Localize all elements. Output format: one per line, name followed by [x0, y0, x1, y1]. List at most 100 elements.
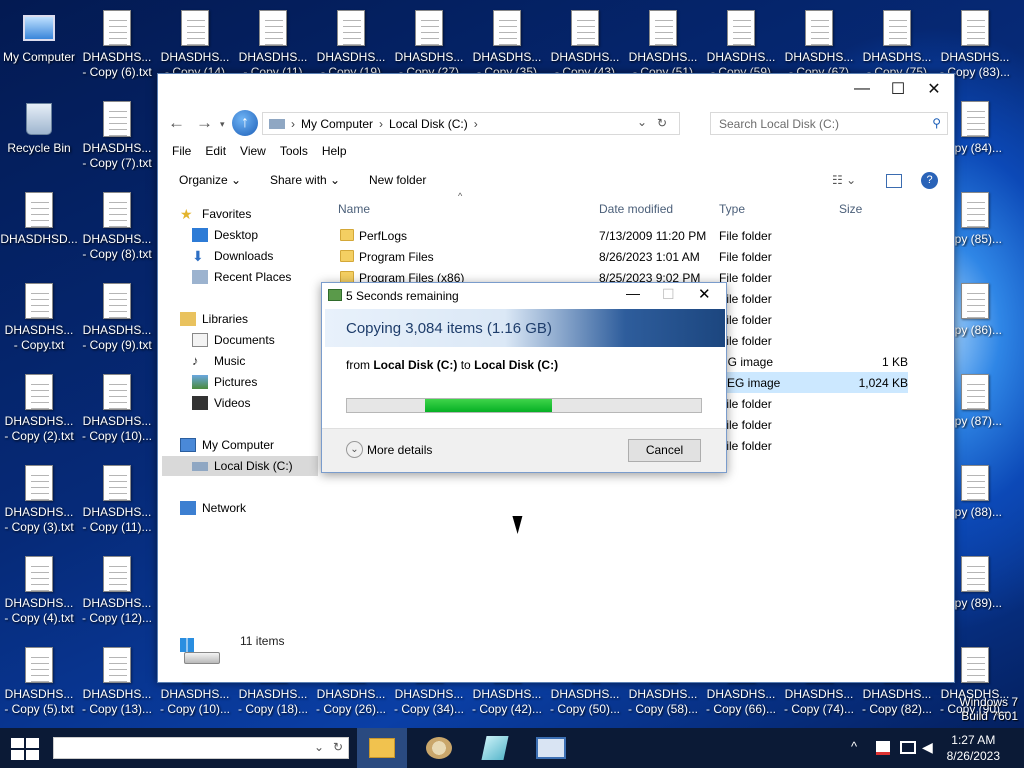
desktop-icon-item[interactable]: DHASDHS... - Copy (67) [780, 6, 858, 80]
copy-source[interactable]: Local Disk (C:) [373, 358, 457, 372]
sidebar-item-local-disk[interactable]: Local Disk (C:) [162, 456, 318, 476]
sidebar-item-desktop[interactable]: Desktop [192, 225, 258, 245]
desktop-icon-item[interactable]: DHASDHS... - Copy (83)... [936, 6, 1014, 80]
sidebar-libraries[interactable]: Libraries [180, 309, 248, 329]
desktop-icon-item[interactable]: My Computer [0, 6, 78, 65]
search-icon[interactable]: ⚲ [932, 116, 941, 130]
desktop-icon-label: - Copy (11)... [82, 520, 152, 534]
network-icon[interactable] [900, 741, 916, 754]
desktop-icon-item[interactable]: DHASDHS... - Copy (59) [702, 6, 780, 80]
recent-pages-icon[interactable]: ▾ [220, 119, 225, 130]
desktop-icon-item[interactable]: DHASDHS... - Copy (11) [234, 6, 312, 80]
taskbar-notepad[interactable] [470, 728, 520, 768]
desktop-icon-label: - Copy (13)... [81, 702, 153, 716]
explorer-titlebar[interactable]: — ☐ ✕ [158, 74, 954, 106]
desktop-icon-item[interactable]: DHASDHS... - Copy (11)... [78, 461, 156, 535]
taskbar-explorer[interactable] [357, 728, 407, 768]
copy-destination[interactable]: Local Disk (C:) [474, 358, 558, 372]
text-file-icon [805, 10, 833, 46]
breadcrumb-item[interactable]: My Computer [301, 117, 373, 131]
back-icon[interactable]: ← [168, 113, 185, 133]
taskbar-clock[interactable]: 1:27 AM 8/26/2023 [947, 732, 1000, 764]
sidebar-item-downloads[interactable]: ⬇ Downloads [192, 246, 273, 266]
sidebar-network[interactable]: Network [180, 498, 246, 518]
chevron-down-icon[interactable]: ⌄ [314, 740, 324, 754]
menu-file[interactable]: File [172, 144, 191, 164]
desktop-icon-item[interactable]: DHASDHS... - Copy (19) [312, 6, 390, 80]
taskbar-keyboard[interactable] [526, 728, 576, 768]
column-header-type[interactable]: Type [719, 202, 745, 216]
volume-icon[interactable]: ◀ [922, 739, 933, 756]
sidebar-item-recent-places[interactable]: Recent Places [192, 267, 291, 287]
copy-source-dest: from Local Disk (C:) to Local Disk (C:) [346, 358, 559, 372]
desktop-icon-item[interactable]: DHASDHS... - Copy (4).txt [0, 552, 78, 626]
desktop-icon-item[interactable]: DHASDHS... - Copy (5).txt [0, 643, 78, 717]
sidebar-item-documents[interactable]: Documents [192, 330, 275, 350]
desktop-icon-item[interactable]: DHASDHS... - Copy (3).txt [0, 461, 78, 535]
chevron-down-icon[interactable]: ⌄ [346, 441, 363, 458]
desktop-icon-item[interactable]: DHASDHS... - Copy (13)... [78, 643, 156, 717]
desktop-icon-item[interactable]: DHASDHS... - Copy (10)... [78, 370, 156, 444]
help-icon[interactable]: ? [921, 172, 938, 189]
sidebar-item-videos[interactable]: Videos [192, 393, 250, 413]
desktop-icon-item[interactable]: DHASDHS... - Copy (6).txt [78, 6, 156, 80]
file-row[interactable]: PerfLogs 7/13/2009 11:20 PM File folder [328, 225, 908, 246]
start-button[interactable] [11, 738, 39, 760]
refresh-icon[interactable]: ↻ [657, 116, 667, 130]
minimize-button[interactable]: — [844, 74, 880, 104]
desktop-icon-item[interactable]: DHASDHS... - Copy (8).txt [78, 188, 156, 262]
desktop-icon-label: - Copy (58)... [627, 702, 699, 716]
forward-icon[interactable]: → [196, 113, 213, 133]
desktop-icon-item[interactable]: DHASDHS... - Copy (2).txt [0, 370, 78, 444]
file-row[interactable]: Program Files 8/26/2023 1:01 AM File folde… [328, 246, 908, 267]
up-folder-icon[interactable]: ↑ [232, 110, 258, 136]
taskbar-search-input[interactable]: ⌄ ↻ [53, 737, 349, 759]
new-folder-button[interactable]: New folder [369, 173, 426, 187]
dialog-close-button[interactable]: ✕ [698, 285, 711, 303]
sidebar-my-computer[interactable]: My Computer [180, 435, 274, 455]
sidebar-item-pictures[interactable]: Pictures [192, 372, 257, 392]
organize-button[interactable]: Organize ⌄ [179, 173, 241, 187]
dialog-titlebar[interactable]: 5 Seconds remaining — ☐ ✕ [322, 283, 726, 309]
menu-help[interactable]: Help [322, 144, 347, 164]
desktop-icon-label: - Copy (5).txt [4, 702, 74, 716]
sidebar-favorites[interactable]: ★ Favorites [180, 204, 251, 224]
desktop-icon-item[interactable]: Recycle Bin [0, 97, 78, 156]
desktop-icon-item[interactable]: DHASDHS... - Copy.txt [0, 279, 78, 353]
address-bar[interactable]: › My Computer › Local Disk (C:) › ⌄ ↻ [262, 112, 680, 135]
desktop-icon-item[interactable]: DHASDHS... - Copy (75) [858, 6, 936, 80]
show-hidden-icons-icon[interactable]: ^ [851, 739, 857, 754]
column-header-size[interactable]: Size [839, 202, 862, 216]
address-dropdown-icon[interactable]: ⌄ [637, 115, 647, 129]
menu-tools[interactable]: Tools [280, 144, 308, 164]
maximize-button[interactable]: ☐ [880, 74, 916, 104]
desktop-icon-item[interactable]: DHASDHS... - Copy (35) [468, 6, 546, 80]
refresh-icon[interactable]: ↻ [333, 740, 343, 754]
desktop-icon-item[interactable]: DHASDHS... - Copy (7).txt [78, 97, 156, 171]
dialog-minimize-button[interactable]: — [626, 285, 640, 301]
desktop-icon-item[interactable]: DHASDHS... - Copy (27) [390, 6, 468, 80]
preview-pane-icon[interactable] [886, 174, 902, 188]
desktop-icon-item[interactable]: DHASDHS... - Copy (9).txt [78, 279, 156, 353]
breadcrumb-item[interactable]: Local Disk (C:) [389, 117, 468, 131]
desktop-icon-label: - Copy (7).txt [82, 156, 152, 170]
view-options-icon[interactable]: ☷ ⌄ [832, 173, 856, 187]
more-details-button[interactable]: More details [367, 443, 432, 457]
desktop-icon-label: - Copy (34)... [393, 702, 465, 716]
action-center-icon[interactable] [876, 741, 890, 755]
menu-edit[interactable]: Edit [205, 144, 226, 164]
menu-view[interactable]: View [240, 144, 266, 164]
desktop-icon-item[interactable]: DHASDHS... - Copy (12)... [78, 552, 156, 626]
desktop-icon-item[interactable]: DHASDHSD... [0, 188, 78, 247]
search-input[interactable]: Search Local Disk (C:) ⚲ [710, 112, 948, 135]
desktop-icon-item[interactable]: DHASDHS... - Copy (14) [156, 6, 234, 80]
sidebar-item-music[interactable]: ♪ Music [192, 351, 245, 371]
share-with-button[interactable]: Share with ⌄ [270, 173, 340, 187]
desktop-icon-item[interactable]: DHASDHS... - Copy (51) [624, 6, 702, 80]
cancel-button[interactable]: Cancel [628, 439, 701, 462]
taskbar-paint[interactable] [414, 728, 464, 768]
close-button[interactable]: ✕ [916, 74, 952, 104]
column-header-name[interactable]: Name [338, 202, 370, 216]
desktop-icon-item[interactable]: DHASDHS... - Copy (43) [546, 6, 624, 80]
column-header-date[interactable]: Date modified [599, 202, 673, 216]
